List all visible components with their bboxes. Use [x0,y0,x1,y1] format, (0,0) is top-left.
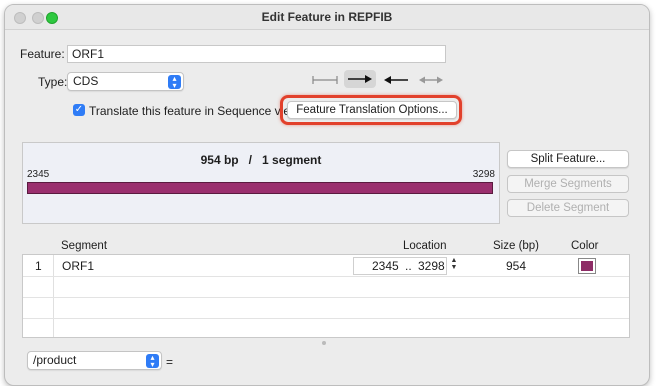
segments-table[interactable]: 1 ORF1 2345 .. 3298 ▲ ▼ 954 [22,254,630,338]
table-row[interactable]: 1 ORF1 2345 .. 3298 ▲ ▼ 954 [23,255,629,277]
chevron-updown-icon: ▴ ▾ [168,74,181,89]
delete-segment-button[interactable]: Delete Segment [507,199,629,217]
qualifier-value: /product [33,353,77,367]
edit-feature-window: Edit Feature in REPFIB Feature: ORF1 Typ… [4,4,650,386]
map-end-label: 3298 [472,169,495,180]
split-feature-button[interactable]: Split Feature... [507,150,629,168]
segment-bar[interactable] [27,182,493,194]
location-dots: .. [405,259,412,273]
map-start-label: 2345 [27,169,50,180]
feature-map-panel: 954 bp / 1 segment 2345 3298 [22,142,500,224]
summary-segments: 1 segment [262,153,322,167]
merge-segments-button[interactable]: Merge Segments [507,175,629,193]
header-size[interactable]: Size (bp) [493,240,539,252]
table-row [23,297,629,319]
stepper-icon[interactable]: ▲ ▼ [449,257,459,273]
qualifier-popup[interactable]: /product ▴ ▾ [27,351,162,370]
type-popup-value: CDS [73,74,99,88]
highlight-annotation [280,95,462,125]
reverse-arrow-icon[interactable] [382,73,410,87]
table-row [23,276,629,298]
summary-separator: / [248,153,252,167]
checkmark-icon: ✓ [74,104,84,115]
type-popup[interactable]: CDS ▴ ▾ [67,72,184,91]
location-start: 2345 [372,259,399,273]
split-handle[interactable] [322,341,326,345]
header-segment[interactable]: Segment [61,240,107,252]
bidirectional-arrow-icon[interactable] [417,73,445,87]
location-end: 3298 [418,259,445,273]
table-row [23,318,629,339]
forward-direction-button[interactable] [344,70,376,88]
equals-sign: = [166,355,174,369]
row-segment-name: ORF1 [62,259,95,273]
chevron-updown-icon: ▴ ▾ [146,353,159,368]
directionless-icon[interactable] [311,73,339,87]
translate-label: Translate this feature in Sequence view [89,104,299,118]
row-size: 954 [506,259,527,273]
type-label: Type: [38,75,68,89]
summary-bp: 954 bp [200,153,239,167]
feature-summary: 954 bp / 1 segment [23,153,499,167]
feature-label: Feature: [20,47,65,61]
translate-checkbox[interactable]: ✓ [73,104,85,116]
window-title: Edit Feature in REPFIB [261,10,393,24]
row-color-swatch[interactable] [578,258,596,274]
title-bar: Edit Feature in REPFIB [5,5,649,30]
forward-arrow-icon [348,75,372,83]
row-index: 1 [35,259,42,273]
feature-name-field[interactable]: ORF1 [67,45,446,63]
location-field[interactable]: 2345 .. 3298 [353,257,447,275]
header-color[interactable]: Color [571,240,598,252]
header-location[interactable]: Location [403,240,446,252]
